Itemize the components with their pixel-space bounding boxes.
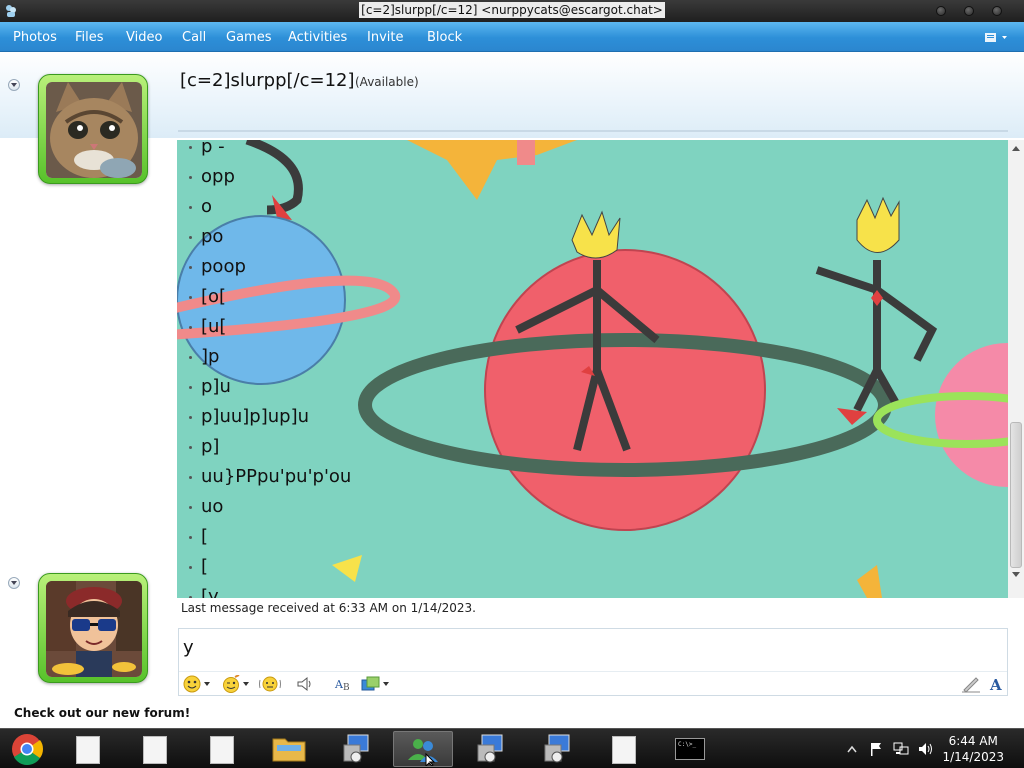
document-icon	[76, 736, 100, 764]
cartoon-picture	[46, 581, 142, 677]
message-line: [	[187, 522, 351, 552]
taskbar-remote-2[interactable]	[460, 731, 520, 767]
contact-name: [c=2]slurpp[/c=12]	[180, 70, 355, 91]
close-button[interactable]	[992, 6, 1002, 16]
clock-date: 1/14/2023	[942, 750, 1004, 764]
document-icon	[612, 736, 636, 764]
wink-icon[interactable]	[221, 675, 241, 693]
forum-link[interactable]: Check out our new forum!	[14, 706, 190, 720]
menu-activities[interactable]: Activities	[288, 30, 347, 45]
conversation-header	[0, 52, 1024, 138]
message-line: uu}PPpu'pu'p'ou	[187, 462, 351, 492]
message-line: [o[	[187, 282, 351, 312]
voice-clip-icon[interactable]	[295, 675, 313, 693]
title-bar: [c=2]slurpp[/c=12] <nurppycats@escargot.…	[0, 0, 1024, 22]
taskbar-remote-3[interactable]	[527, 731, 587, 767]
volume-icon[interactable]	[917, 741, 935, 757]
menu-block[interactable]: Block	[427, 30, 462, 45]
folder-icon	[272, 738, 306, 762]
last-message-status: Last message received at 6:33 AM on 1/14…	[181, 601, 476, 615]
svg-text:B: B	[343, 683, 350, 693]
message-line: p]u	[187, 372, 351, 402]
taskbar-remote-1[interactable]	[326, 731, 386, 767]
remote-desktop-icon	[343, 734, 369, 763]
window-title: [c=2]slurpp[/c=12] <nurppycats@escargot.…	[359, 2, 665, 18]
svg-text:A: A	[989, 676, 1002, 693]
kitten-picture	[46, 82, 142, 178]
minimize-button[interactable]	[936, 6, 946, 16]
text-format-icon[interactable]: A	[987, 675, 1005, 693]
taskbar-terminal[interactable]: C:\>_	[661, 731, 721, 767]
emoticon-dropdown-icon[interactable]	[204, 682, 210, 686]
taskbar-chrome[interactable]	[0, 731, 60, 767]
document-icon	[210, 736, 234, 764]
wink-dropdown-icon[interactable]	[243, 682, 249, 686]
nudge-icon[interactable]	[259, 675, 281, 693]
message-line: poop	[187, 252, 351, 282]
menu-photos[interactable]: Photos	[13, 30, 57, 45]
document-icon	[143, 736, 167, 764]
collapse-own-avatar-button[interactable]	[8, 577, 20, 589]
menu-call[interactable]: Call	[182, 30, 206, 45]
contact-avatar[interactable]	[38, 74, 148, 184]
header-divider	[178, 130, 1008, 132]
menu-files[interactable]: Files	[75, 30, 104, 45]
menu-invite[interactable]: Invite	[367, 30, 403, 45]
message-line: [	[187, 552, 351, 582]
message-line: o	[187, 192, 351, 222]
message-line: [y	[187, 582, 351, 598]
taskbar-clock[interactable]: 6:44 AM 1/14/2023	[942, 733, 1004, 765]
scroll-thumb[interactable]	[1010, 422, 1022, 568]
contact-status: (Available)	[355, 75, 419, 89]
terminal-icon-label: C:\>_	[678, 741, 697, 748]
remote-desktop-icon	[544, 734, 570, 763]
message-line: p]uu]p]up]u	[187, 402, 351, 432]
message-line: p -	[187, 140, 351, 162]
message-line: p]	[187, 432, 351, 462]
maximize-button[interactable]	[964, 6, 974, 16]
message-line: ]p	[187, 342, 351, 372]
background-dropdown-icon[interactable]	[383, 682, 389, 686]
network-icon[interactable]	[892, 741, 910, 757]
taskbar-document-2[interactable]	[125, 731, 185, 767]
message-line: uo	[187, 492, 351, 522]
clock-time: 6:44 AM	[948, 734, 998, 748]
remote-desktop-icon	[477, 734, 503, 763]
input-toolbar: AB A	[179, 671, 1007, 695]
message-line: po	[187, 222, 351, 252]
terminal-icon: C:\>_	[675, 738, 705, 760]
menu-bar: Photos Files Video Call Games Activities…	[0, 22, 1024, 52]
conversation-history[interactable]: p - opp o po poop [o[[u[]p p]u p]uu]p]up]u p] uu}…	[177, 140, 1008, 598]
taskbar-document-4[interactable]	[594, 731, 654, 767]
message-line: opp	[187, 162, 351, 192]
taskbar-messenger[interactable]	[393, 731, 453, 768]
action-center-flag-icon[interactable]	[868, 741, 884, 757]
message-input-text[interactable]: y	[183, 637, 194, 658]
menu-games[interactable]: Games	[226, 30, 271, 45]
taskbar-document-1[interactable]	[58, 731, 118, 767]
menu-video[interactable]: Video	[126, 30, 162, 45]
emoticon-icon[interactable]	[183, 675, 201, 693]
messenger-icon	[408, 739, 438, 768]
font-style-icon[interactable]: AB	[334, 675, 354, 693]
show-menu-icon[interactable]	[984, 31, 1010, 45]
conversation-scrollbar[interactable]	[1008, 140, 1024, 598]
taskbar: C:\>_ 6:44 AM 1/14/2023	[0, 728, 1024, 768]
taskbar-file-explorer[interactable]	[259, 731, 319, 767]
background-icon[interactable]	[361, 675, 381, 693]
scroll-up-arrow[interactable]	[1012, 146, 1020, 151]
own-avatar[interactable]	[38, 573, 148, 683]
show-hidden-icons-icon[interactable]	[847, 745, 857, 753]
message-list: p - opp o po poop [o[[u[]p p]u p]uu]p]up]u p] uu}…	[187, 140, 351, 598]
message-line: [u[	[187, 312, 351, 342]
message-input[interactable]: y AB A	[178, 628, 1008, 696]
chrome-icon	[12, 734, 44, 766]
collapse-contact-avatar-button[interactable]	[8, 79, 20, 91]
handwriting-icon[interactable]	[961, 675, 981, 693]
taskbar-document-3[interactable]	[192, 731, 252, 767]
scroll-down-arrow[interactable]	[1012, 572, 1020, 577]
